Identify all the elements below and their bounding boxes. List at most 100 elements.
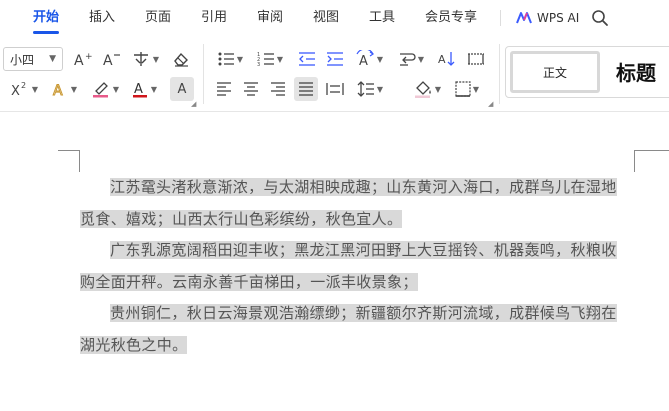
sort-button[interactable]: A (434, 47, 460, 71)
paragraph-line: 湖光秋色之中。 (80, 336, 188, 354)
text-direction-button[interactable]: A ▼ (352, 47, 386, 71)
align-center-button[interactable] (239, 77, 263, 101)
tab-tools[interactable]: 工具 (369, 9, 395, 27)
shading-button[interactable]: ▼ (410, 77, 444, 101)
chevron-down-icon: ▼ (152, 54, 160, 64)
style-normal[interactable]: 正文 (510, 51, 600, 93)
style-gallery: 正文 标题 (505, 46, 669, 98)
active-tab-indicator (33, 31, 59, 34)
tab-insert[interactable]: 插入 (89, 9, 115, 27)
menu-divider (500, 10, 501, 26)
paragraph-line: 购全面开秤。云南永善千亩梯田，一派丰收景象； (80, 273, 418, 291)
distribute-icon (468, 53, 484, 65)
document-canvas[interactable]: 江苏鼋头渚秋意渐浓，与太湖相映成趣；山东黄河入海口，成群鸟儿在湿地 觅食、嬉戏；… (0, 113, 669, 411)
crop-mark-left-h (58, 150, 80, 151)
svg-text:A: A (74, 53, 84, 67)
paragraph-2[interactable]: 广东乳源宽阔稻田迎丰收；黑龙江黑河田野上大豆摇铃、机器轰鸣，秋粮收 购全面开秤。… (80, 234, 636, 298)
indent-icon (327, 52, 343, 66)
search-icon (592, 10, 608, 26)
grow-font-button[interactable]: A + (70, 47, 96, 71)
distributed-align-icon (326, 83, 344, 95)
chevron-down-icon: ▼ (376, 54, 384, 64)
character-shading-button[interactable]: A (170, 77, 194, 101)
search-button[interactable] (591, 9, 609, 27)
increase-indent-button[interactable] (322, 47, 348, 71)
clear-format-button[interactable] (168, 47, 194, 71)
chevron-down-icon: ▼ (31, 84, 39, 94)
chevron-down-icon: ▼ (112, 84, 120, 94)
crop-mark-right-h (634, 150, 669, 151)
font-color-button[interactable]: A ▼ (128, 77, 160, 101)
wrap-icon (399, 53, 416, 66)
style-heading-label: 标题 (616, 61, 656, 85)
bullet-list-icon (218, 52, 234, 66)
distributed-align-button[interactable] (322, 77, 348, 101)
paragraph-dialog-launcher[interactable]: ◢ (488, 100, 493, 108)
chevron-down-icon: ▼ (376, 84, 384, 94)
chevron-down-icon: ▼ (236, 54, 244, 64)
align-right-icon (271, 82, 285, 96)
group-divider (499, 44, 500, 104)
line-spacing-button[interactable]: ▼ (353, 77, 387, 101)
group-divider (203, 44, 204, 104)
wps-ai-icon (516, 12, 532, 24)
tab-review[interactable]: 审阅 (257, 9, 283, 27)
text-effect-icon: A (52, 83, 63, 98)
borders-button[interactable]: ▼ (450, 77, 484, 101)
chevron-down-icon: ▼ (150, 84, 158, 94)
chevron-down-icon: ▼ (472, 84, 480, 94)
tab-member[interactable]: 会员专享 (425, 9, 477, 27)
align-right-button[interactable] (266, 77, 290, 101)
numbered-list-button[interactable]: 1 2 3 ▼ (254, 47, 286, 71)
paragraph-line: 广东乳源宽阔稻田迎丰收；黑龙江黑河田野上大豆摇铃、机器轰鸣，秋粮收 (110, 241, 617, 259)
tab-page[interactable]: 页面 (145, 9, 171, 27)
phonetic-icon (133, 52, 148, 66)
menu-bar: 开始 插入 页面 引用 审阅 视图 工具 会员专享 WPS AI (0, 0, 669, 36)
text-direction-icon: A (356, 50, 375, 68)
paragraph-1[interactable]: 江苏鼋头渚秋意渐浓，与太湖相映成趣；山东黄河入海口，成群鸟儿在湿地 觅食、嬉戏；… (80, 171, 636, 235)
chevron-down-icon: ▼ (276, 54, 284, 64)
justify-icon (299, 82, 313, 96)
align-center-icon (244, 82, 258, 96)
phonetic-guide-button[interactable]: ▼ (128, 47, 162, 71)
paragraph-3[interactable]: 贵州铜仁，秋日云海景观浩瀚缥缈；新疆额尔齐斯河流域，成群候鸟飞翔在 湖光秋色之中… (80, 297, 636, 361)
outdent-icon (299, 52, 315, 66)
tab-home[interactable]: 开始 (33, 9, 59, 27)
font-size-value: 小四 (10, 52, 35, 67)
eraser-icon (174, 52, 188, 67)
chevron-down-icon: ▼ (49, 54, 56, 64)
chevron-down-icon: ▼ (434, 84, 442, 94)
svg-text:2: 2 (21, 81, 26, 90)
bullet-list-button[interactable]: ▼ (214, 47, 246, 71)
font-dialog-launcher[interactable]: ◢ (191, 100, 196, 108)
superscript-icon: X 2 (11, 81, 26, 97)
justify-button[interactable] (294, 77, 318, 101)
text-effect-button[interactable]: A ▼ (48, 77, 80, 101)
show-marks-button[interactable] (463, 47, 489, 71)
font-color-icon: A (132, 82, 147, 98)
style-heading[interactable]: 标题 (616, 57, 656, 86)
tab-references[interactable]: 引用 (201, 9, 227, 27)
paragraph-line: 江苏鼋头渚秋意渐浓，与太湖相映成趣；山东黄河入海口，成群鸟儿在湿地 (110, 178, 617, 196)
font-size-select[interactable]: 小四 ▼ (3, 47, 63, 71)
svg-text:+: + (85, 52, 93, 62)
highlight-button[interactable]: ▼ (88, 77, 122, 101)
tab-view[interactable]: 视图 (313, 9, 339, 27)
numbered-list-icon: 1 2 3 (257, 52, 274, 67)
align-left-button[interactable] (212, 77, 236, 101)
line-spacing-icon (357, 81, 374, 97)
wps-ai-button[interactable]: WPS AI (516, 8, 579, 28)
svg-text:A: A (438, 53, 446, 66)
chevron-down-icon: ▼ (70, 84, 78, 94)
svg-text:A: A (359, 54, 368, 68)
shrink-font-button[interactable]: A (99, 47, 125, 71)
character-shading-label: A (177, 81, 187, 97)
svg-text:X: X (11, 84, 20, 97)
line-break-button[interactable]: ▼ (394, 47, 428, 71)
crop-mark-right-v (634, 150, 635, 172)
superscript-button[interactable]: X 2 ▼ (8, 77, 40, 101)
paint-bucket-icon (414, 81, 431, 98)
svg-text:A: A (53, 83, 63, 97)
highlighter-icon (92, 82, 108, 98)
decrease-indent-button[interactable] (294, 47, 320, 71)
